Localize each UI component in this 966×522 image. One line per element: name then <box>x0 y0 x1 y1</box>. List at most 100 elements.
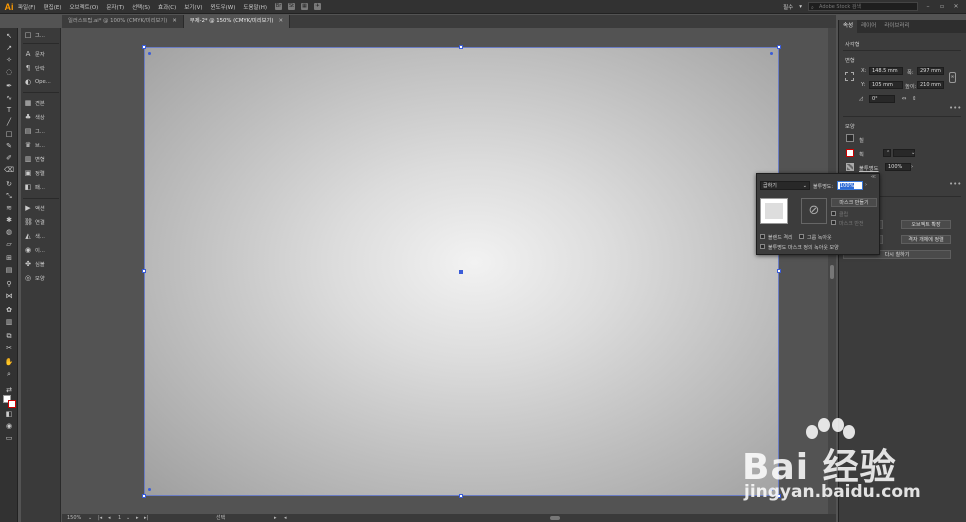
selection-handle-bottom-left[interactable] <box>142 494 146 498</box>
menu-type[interactable]: 문자(T) <box>106 3 124 11</box>
panel-item-appearance[interactable]: ◎ 모양 <box>24 272 62 283</box>
stock-search-input[interactable]: ⌕ Adobe Stock 검색 <box>808 2 918 11</box>
maximize-icon[interactable]: ▫ <box>938 3 946 10</box>
panel-item-symbols[interactable]: ✤ 심볼 <box>24 258 62 269</box>
panel-item-actions[interactable]: ▶ 액션 <box>24 202 62 213</box>
panel-item-swatches[interactable]: ▦ 견본 <box>24 97 62 108</box>
workspace-switcher[interactable]: 필수 <box>783 3 793 11</box>
close-icon[interactable]: ✕ <box>952 3 960 10</box>
scale-tool-icon[interactable]: ⤡ <box>4 191 14 201</box>
zoom-tool-icon[interactable]: ⌕ <box>4 369 14 379</box>
panel-item-image-trace[interactable]: ◉ 이... <box>24 244 62 255</box>
selection-handle-left[interactable] <box>142 269 146 273</box>
draw-mode-icon[interactable]: ◉ <box>4 421 14 431</box>
flip-horizontal-icon[interactable]: ⇔ <box>902 96 906 102</box>
artboard-tool-icon[interactable]: ⧉ <box>4 331 14 341</box>
horizontal-scroll-thumb[interactable] <box>550 516 560 520</box>
fill-swatch[interactable] <box>846 134 854 142</box>
panel-item-graphic-styles[interactable]: □ 그... <box>24 29 62 40</box>
corner-widget-icon[interactable] <box>148 52 151 55</box>
chevron-right-icon[interactable]: ▸ <box>274 514 277 522</box>
selection-handle-top-left[interactable] <box>142 45 146 49</box>
chevron-right-icon[interactable]: › <box>865 182 867 188</box>
make-mask-button[interactable]: 마스크 만들기 <box>831 198 877 207</box>
pen-tool-icon[interactable]: ✒ <box>4 81 14 91</box>
menu-window[interactable]: 윈도우(W) <box>210 3 235 11</box>
tab-libraries[interactable]: 라이브러리 <box>880 20 913 33</box>
minimize-icon[interactable]: – <box>924 3 932 10</box>
reference-point-icon[interactable] <box>845 72 854 81</box>
puppet-warp-tool-icon[interactable]: ✱ <box>4 215 14 225</box>
screen-mode-icon[interactable]: ▭ <box>4 433 14 443</box>
type-tool-icon[interactable]: T <box>4 105 14 115</box>
opacity-field[interactable]: 100% <box>885 163 911 171</box>
bridge-button[interactable]: Br <box>275 3 283 10</box>
stock-button[interactable]: St <box>288 3 296 10</box>
zoom-level[interactable]: 150% <box>67 514 81 522</box>
selection-tool-icon[interactable]: ↖ <box>4 31 14 41</box>
corner-widget-icon[interactable] <box>770 52 773 55</box>
isolate-blending-checkbox[interactable] <box>760 234 765 239</box>
popup-opacity-field[interactable]: 100% <box>837 181 863 190</box>
panel-item-character[interactable]: A 문자 <box>24 48 62 59</box>
first-artboard-icon[interactable]: |◂ <box>98 514 102 522</box>
selection-handle-top[interactable] <box>459 45 463 49</box>
curvature-tool-icon[interactable]: ∿ <box>4 93 14 103</box>
tab-layers[interactable]: 레이어 <box>857 20 880 33</box>
eraser-tool-icon[interactable]: ⌫ <box>4 165 14 175</box>
mesh-tool-icon[interactable]: ⊞ <box>4 253 14 263</box>
eyedropper-tool-icon[interactable]: ⚲ <box>4 279 14 289</box>
tab-document-2[interactable]: 무제-2* @ 150% (CMYK/미리보기) ✕ <box>183 15 291 28</box>
scroll-thumb[interactable] <box>830 265 834 279</box>
arrange-documents-icon[interactable]: ▦ <box>301 3 309 10</box>
more-options-icon[interactable]: ••• <box>949 104 961 112</box>
chevron-right-icon[interactable]: › <box>911 164 913 170</box>
menu-select[interactable]: 선택(S) <box>132 3 150 11</box>
last-artboard-icon[interactable]: ▸| <box>144 514 148 522</box>
panel-item-paragraph[interactable]: ¶ 단락 <box>24 62 62 73</box>
selection-handle-bottom[interactable] <box>459 494 463 498</box>
menu-help[interactable]: 도움말(H) <box>243 3 267 11</box>
symbol-sprayer-tool-icon[interactable]: ✿ <box>4 305 14 315</box>
menu-view[interactable]: 보기(V) <box>184 3 202 11</box>
tab-document-1[interactable]: 일러스트팁.ai* @ 100% (CMYK/미리보기) ✕ <box>62 15 184 28</box>
gradient-tool-icon[interactable]: ▤ <box>4 265 14 275</box>
height-field[interactable]: 210 mm <box>917 81 944 89</box>
panel-item-links[interactable]: ⛓ 연결 <box>24 216 62 227</box>
gpu-performance-icon[interactable]: ✈ <box>314 3 322 10</box>
angle-field[interactable]: 0° <box>869 95 895 103</box>
line-tool-icon[interactable]: ╱ <box>4 117 14 127</box>
color-mode-icon[interactable]: ◧ <box>4 409 14 419</box>
hand-tool-icon[interactable]: ✋ <box>4 357 14 367</box>
selection-handle-top-right[interactable] <box>777 45 781 49</box>
stroke-swatch[interactable] <box>846 149 854 157</box>
object-thumbnail[interactable] <box>760 198 788 224</box>
lasso-tool-icon[interactable]: ◌ <box>4 67 14 77</box>
shape-builder-tool-icon[interactable]: ◍ <box>4 227 14 237</box>
direct-selection-tool-icon[interactable]: ↗ <box>4 43 14 53</box>
panel-item-gradient[interactable]: ▤ 그... <box>24 125 62 136</box>
x-field[interactable]: 148.5 mm <box>869 67 903 75</box>
corner-widget-icon[interactable] <box>148 488 151 491</box>
clip-checkbox[interactable] <box>831 211 836 216</box>
rectangle-tool-icon[interactable]: □ <box>4 129 14 139</box>
scroll-left-icon[interactable]: ◂ <box>284 514 287 522</box>
menu-file[interactable]: 파일(F) <box>18 3 36 11</box>
constrain-proportions-icon[interactable]: ∞ <box>949 72 956 83</box>
blob-brush-tool-icon[interactable]: ✐ <box>4 153 14 163</box>
selection-handle-right[interactable] <box>777 269 781 273</box>
chevron-down-icon[interactable]: ⌄ <box>126 514 130 522</box>
panel-item-color-guide[interactable]: ◭ 색... <box>24 230 62 241</box>
y-field[interactable]: 105 mm <box>869 81 903 89</box>
fill-stroke-swap-icon[interactable]: ⇄ <box>4 385 14 395</box>
expand-object-button[interactable]: 오브젝트 확장 <box>901 220 951 229</box>
menu-effect[interactable]: 효과(C) <box>158 3 176 11</box>
perspective-grid-tool-icon[interactable]: ▱ <box>4 239 14 249</box>
panel-item-opentype[interactable]: ◐ Ope... <box>24 76 62 87</box>
width-field[interactable]: 297 mm <box>917 67 944 75</box>
slice-tool-icon[interactable]: ✂ <box>4 343 14 353</box>
flip-vertical-icon[interactable]: ⇕ <box>912 96 916 102</box>
blend-tool-icon[interactable]: ⋈ <box>4 291 14 301</box>
menu-edit[interactable]: 편집(E) <box>44 3 62 11</box>
chevron-down-icon[interactable]: ▾ <box>799 4 802 10</box>
